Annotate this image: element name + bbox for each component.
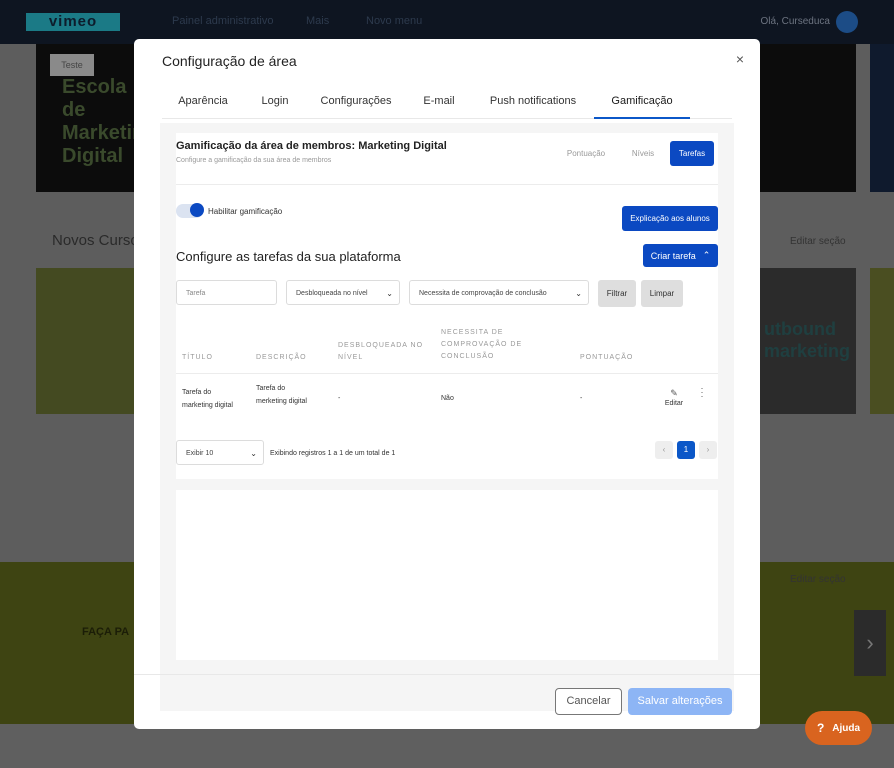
- cancel-button[interactable]: Cancelar: [555, 688, 622, 715]
- background-edit-section: Editar seção: [790, 574, 846, 585]
- header-proof: NECESSITA DE COMPROVAÇÃO DE CONCLUSÃO: [441, 327, 522, 363]
- save-button[interactable]: Salvar alterações: [628, 688, 732, 715]
- cell-points: -: [580, 395, 583, 402]
- edit-action[interactable]: ✎ Editar: [654, 388, 694, 407]
- next-page-button[interactable]: ›: [699, 441, 717, 459]
- background-card: [870, 268, 894, 414]
- tab-bar: Aparência Login Configurações E-mail Pus…: [162, 87, 732, 119]
- header-unlocked-line: NÍVEL: [338, 354, 364, 361]
- tab-email[interactable]: E-mail: [406, 87, 472, 119]
- config-modal: Configuração de área × Aparência Login C…: [134, 39, 760, 729]
- help-button[interactable]: ? Ajuda: [805, 711, 872, 745]
- edit-label: Editar: [664, 400, 684, 407]
- toggle-knob: [190, 203, 204, 217]
- chevron-down-icon: ⌄: [250, 449, 257, 458]
- cell-proof: Não: [441, 395, 454, 402]
- background-avatar: [836, 11, 858, 33]
- proof-select[interactable]: Necessita de comprovação de conclusão ⌄: [409, 280, 589, 305]
- page-size-select[interactable]: Exibir 10 ⌄: [176, 440, 264, 465]
- header-proof-line: COMPROVAÇÃO DE: [441, 341, 523, 348]
- background-nav-item: Painel administrativo: [172, 15, 274, 27]
- background-hero-tag: Teste: [50, 54, 94, 76]
- tasks-title: Configure as tarefas da sua plataforma: [176, 249, 401, 264]
- chevron-down-icon: ⌄: [386, 289, 393, 298]
- background-logo: vimeo: [26, 13, 120, 31]
- header-proof-line: CONCLUSÃO: [441, 353, 495, 360]
- background-card-text: utbound marketing: [764, 319, 851, 361]
- toggle-label: Habilitar gamificação: [208, 207, 283, 216]
- header-description: DESCRIÇÃO: [256, 354, 307, 361]
- table-divider: [176, 373, 718, 374]
- header-title: TÍTULO: [182, 354, 213, 361]
- background-nav-item: Mais: [306, 15, 330, 27]
- chevron-up-icon: ⌃: [702, 250, 711, 260]
- page-1-button[interactable]: 1: [677, 441, 695, 459]
- tab-gamificacao[interactable]: Gamificação: [594, 87, 690, 119]
- divider: [176, 184, 718, 185]
- pencil-icon: ✎: [670, 388, 678, 398]
- tab-configuracoes[interactable]: Configurações: [306, 87, 406, 119]
- proof-select-value: Necessita de comprovação de conclusão: [419, 290, 547, 297]
- create-task-button[interactable]: Criar tarefa ⌃: [643, 244, 718, 267]
- cell-title-line: Tarefa do: [182, 389, 212, 396]
- background-hero-text: Escola de Marketing Digital: [62, 76, 157, 167]
- cell-title: Tarefa do marketing digital: [182, 386, 233, 412]
- background-side: [870, 44, 894, 192]
- more-options-icon[interactable]: · · ·: [697, 384, 707, 401]
- question-icon: ?: [816, 721, 825, 735]
- close-icon[interactable]: ×: [732, 51, 748, 67]
- tab-content: Gamificação da área de membros: Marketin…: [160, 123, 734, 711]
- page-size-value: Exibir 10: [186, 450, 214, 457]
- help-button-label: Ajuda: [832, 722, 861, 734]
- modal-title: Configuração de área: [162, 53, 297, 69]
- records-info: Exibindo registros 1 a 1 de um total de …: [270, 450, 396, 457]
- background-edit-section: Editar seção: [790, 236, 846, 247]
- prev-page-button[interactable]: ‹: [655, 441, 673, 459]
- cell-description-line: Tarefa do: [256, 385, 286, 392]
- gamification-title: Gamificação da área de membros: Marketin…: [176, 140, 447, 152]
- header-unlocked-line: DESBLOQUEADA NO: [338, 342, 424, 349]
- tab-push-notifications[interactable]: Push notifications: [472, 87, 594, 119]
- segment-tarefas[interactable]: Tarefas: [670, 141, 714, 166]
- clear-button[interactable]: Limpar: [641, 280, 683, 307]
- cell-description: Tarefa do merketing digital: [256, 382, 307, 408]
- gamification-panel: Gamificação da área de membros: Marketin…: [176, 133, 718, 479]
- filter-button[interactable]: Filtrar: [598, 280, 636, 307]
- chevron-down-icon: ⌄: [575, 289, 582, 298]
- gamification-subtitle: Configure a gamificação da sua área de m…: [176, 157, 332, 164]
- background-card: [36, 268, 136, 414]
- empty-panel: [176, 490, 718, 660]
- create-task-label: Criar tarefa: [650, 250, 696, 261]
- background-arrow: ›: [854, 610, 886, 676]
- background-section-title: Novos Cursos: [52, 232, 147, 249]
- background-user-greeting: Olá, Curseduca: [760, 16, 830, 27]
- cell-description-line: merketing digital: [256, 398, 307, 405]
- background-bottom: [0, 724, 894, 768]
- segment-pontuacao[interactable]: Pontuação: [561, 141, 611, 166]
- background-nav-item: Novo menu: [366, 15, 423, 27]
- tab-login[interactable]: Login: [244, 87, 306, 119]
- gamification-toggle[interactable]: [176, 203, 204, 218]
- cell-title-line: marketing digital: [182, 402, 233, 409]
- cell-level: -: [338, 395, 341, 402]
- header-proof-line: NECESSITA DE: [441, 329, 504, 336]
- footer-divider: [134, 674, 760, 675]
- level-select[interactable]: Desbloqueada no nível ⌄: [286, 280, 400, 305]
- task-search-input[interactable]: Tarefa: [176, 280, 277, 305]
- header-points: PONTUAÇÃO: [580, 354, 634, 361]
- header-unlocked: DESBLOQUEADA NO NÍVEL: [338, 340, 423, 364]
- background-banner-text: FAÇA PA: [82, 626, 130, 638]
- segment-niveis[interactable]: Níveis: [625, 141, 661, 166]
- level-select-value: Desbloqueada no nível: [296, 290, 368, 297]
- explain-button[interactable]: Explicação aos alunos: [622, 206, 718, 231]
- tab-aparencia[interactable]: Aparência: [162, 87, 244, 119]
